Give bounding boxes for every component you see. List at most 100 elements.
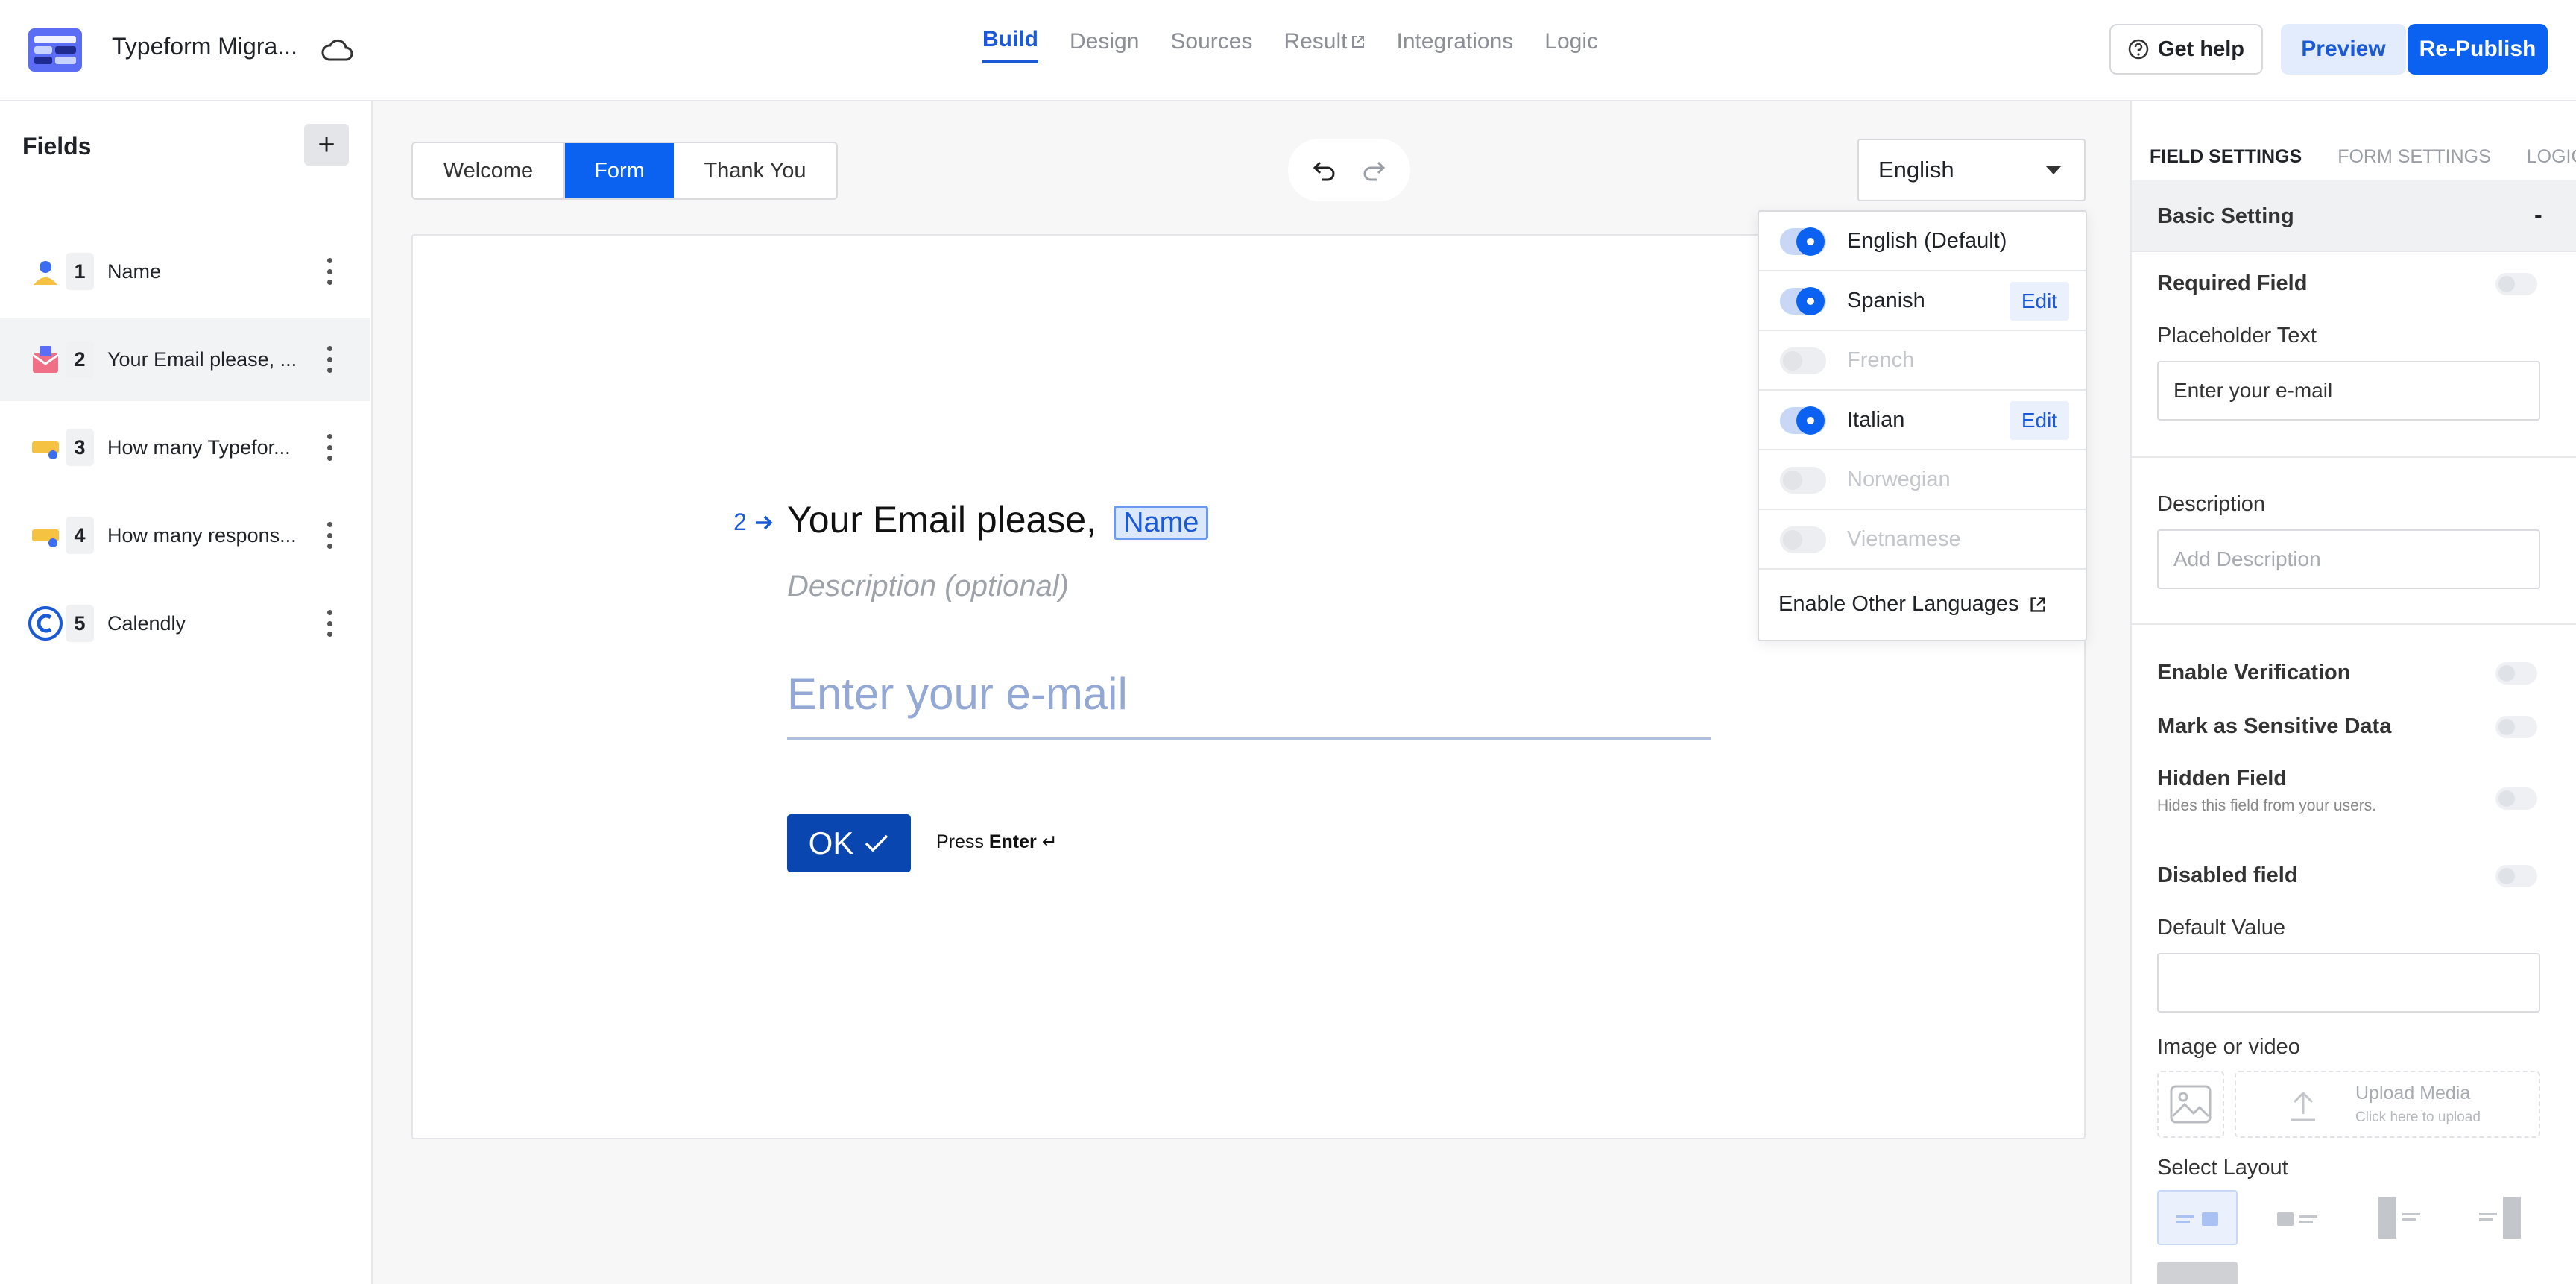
language-toggle[interactable] [1780,227,1826,256]
number-icon [28,518,63,553]
upload-subtitle: Click here to upload [2355,1110,2481,1125]
recall-chip[interactable]: Name [1114,506,1209,540]
required-field-toggle[interactable] [2496,273,2537,295]
language-toggle[interactable] [1780,406,1826,435]
field-label: How many respons... [107,523,297,547]
field-number: 5 [66,605,94,642]
required-field-label: Required Field [2157,271,2308,295]
upload-title: Upload Media [2355,1083,2471,1104]
nav-tab-logic[interactable]: Logic [1544,27,1598,63]
field-number: 2 [66,341,94,378]
default-value-input[interactable] [2157,953,2540,1013]
enable-verification-toggle[interactable] [2496,662,2537,685]
divider [2132,456,2576,458]
tab-welcome[interactable]: Welcome [413,143,565,198]
language-toggle[interactable] [1780,287,1826,315]
enable-other-languages-link[interactable]: Enable Other Languages [1778,592,2047,617]
placeholder-text-label: Placeholder Text [2157,324,2317,347]
language-toggle[interactable] [1780,347,1826,374]
question-number: 2 [733,509,747,535]
more-options-icon[interactable] [325,346,334,373]
main-nav: Build Design Sources Result Integrations… [982,27,1598,63]
edit-language-button[interactable]: Edit [2010,282,2069,321]
layout-option-split-right[interactable] [2460,1190,2540,1245]
language-row-spanish: Spanish Edit [1759,271,2086,331]
language-toggle[interactable] [1780,526,1826,553]
nav-tab-sources[interactable]: Sources [1170,27,1252,63]
more-options-icon[interactable] [325,522,334,549]
hidden-field-toggle[interactable] [2496,787,2537,810]
more-options-icon[interactable] [325,258,334,285]
question-title[interactable]: Your Email please, [787,498,1096,541]
field-item-5[interactable]: 5 Calendly [0,582,370,665]
image-placeholder-icon [2157,1071,2224,1138]
collapse-icon[interactable]: - [2534,201,2542,229]
field-label: Calendly [107,611,186,635]
layout-options [2157,1190,2540,1245]
add-field-button[interactable]: + [304,124,349,166]
preview-button[interactable]: Preview [2281,24,2406,75]
basic-setting-header[interactable]: Basic Setting - [2132,180,2576,252]
nav-tab-integrations[interactable]: Integrations [1397,27,1514,63]
language-menu: English (Default) Spanish Edit French It… [1758,210,2087,641]
get-help-button[interactable]: Get help [2109,24,2263,75]
layout-option-image-text[interactable] [2258,1190,2338,1245]
nav-tab-build[interactable]: Build [982,27,1038,63]
question-description[interactable]: Description (optional) [787,570,1069,603]
calendly-icon [28,606,63,641]
redo-icon[interactable] [1360,157,1387,183]
language-name: Norwegian [1847,468,1951,491]
edit-language-button[interactable]: Edit [2010,401,2069,440]
language-row-italian: Italian Edit [1759,391,2086,450]
enable-verification-label: Enable Verification [2157,661,2351,685]
nav-tab-design[interactable]: Design [1070,27,1139,63]
app-logo-icon[interactable] [28,28,82,72]
email-input[interactable]: Enter your e-mail [787,668,1711,740]
description-input[interactable]: Add Description [2157,529,2540,589]
fields-sidebar: Fields + 1 Name 2 Your Email please, ...… [0,101,373,1284]
language-row-norwegian: Norwegian [1759,450,2086,510]
field-item-1[interactable]: 1 Name [0,230,370,313]
number-icon [28,430,63,465]
return-key-icon: ↵ [1041,831,1058,852]
form-title[interactable]: Typeform Migra... [112,33,297,60]
check-icon [865,834,888,852]
top-bar: Typeform Migra... Build Design Sources R… [0,0,2576,101]
sidebar-title: Fields [22,133,92,160]
field-item-4[interactable]: 4 How many respons... [0,494,370,577]
language-select-value: English [1878,157,1954,183]
tab-form[interactable]: Form [565,143,674,198]
field-item-2[interactable]: 2 Your Email please, ... [0,318,370,401]
divider [2132,623,2576,625]
language-row-english: English (Default) [1759,212,2086,271]
language-name: French [1847,348,1915,372]
sensitive-data-toggle[interactable] [2496,716,2537,738]
email-icon [28,342,63,377]
republish-button[interactable]: Re-Publish [2408,24,2548,75]
tab-thank-you[interactable]: Thank You [674,143,836,198]
screen-tabs: Welcome Form Thank You [411,142,838,200]
help-circle-icon [2128,39,2149,60]
layout-option-partial[interactable] [2157,1262,2238,1284]
disabled-field-label: Disabled field [2157,863,2298,887]
nav-tab-result[interactable]: Result [1284,27,1365,63]
language-name: Vietnamese [1847,527,1961,551]
language-row-vietnamese: Vietnamese [1759,510,2086,570]
layout-option-text-image[interactable] [2157,1190,2238,1245]
field-label: How many Typefor... [107,435,291,459]
language-toggle[interactable] [1780,467,1826,494]
field-item-3[interactable]: 3 How many Typefor... [0,406,370,489]
image-video-label: Image or video [2157,1035,2300,1059]
disabled-field-toggle[interactable] [2496,865,2537,887]
language-select[interactable]: English [1857,139,2086,201]
undo-icon[interactable] [1311,157,1338,183]
layout-option-split-left[interactable] [2359,1190,2440,1245]
section-title: Basic Setting [2157,204,2294,228]
placeholder-text-input[interactable]: Enter your e-mail [2157,361,2540,421]
upload-media-dropzone[interactable]: Upload Media Click here to upload [2235,1071,2540,1138]
external-link-icon [1351,35,1364,48]
settings-panel: FIELD SETTINGS FORM SETTINGS LOGIC Basic… [2130,101,2576,1284]
more-options-icon[interactable] [325,610,334,637]
more-options-icon[interactable] [325,434,334,461]
ok-button[interactable]: OK [787,814,911,872]
